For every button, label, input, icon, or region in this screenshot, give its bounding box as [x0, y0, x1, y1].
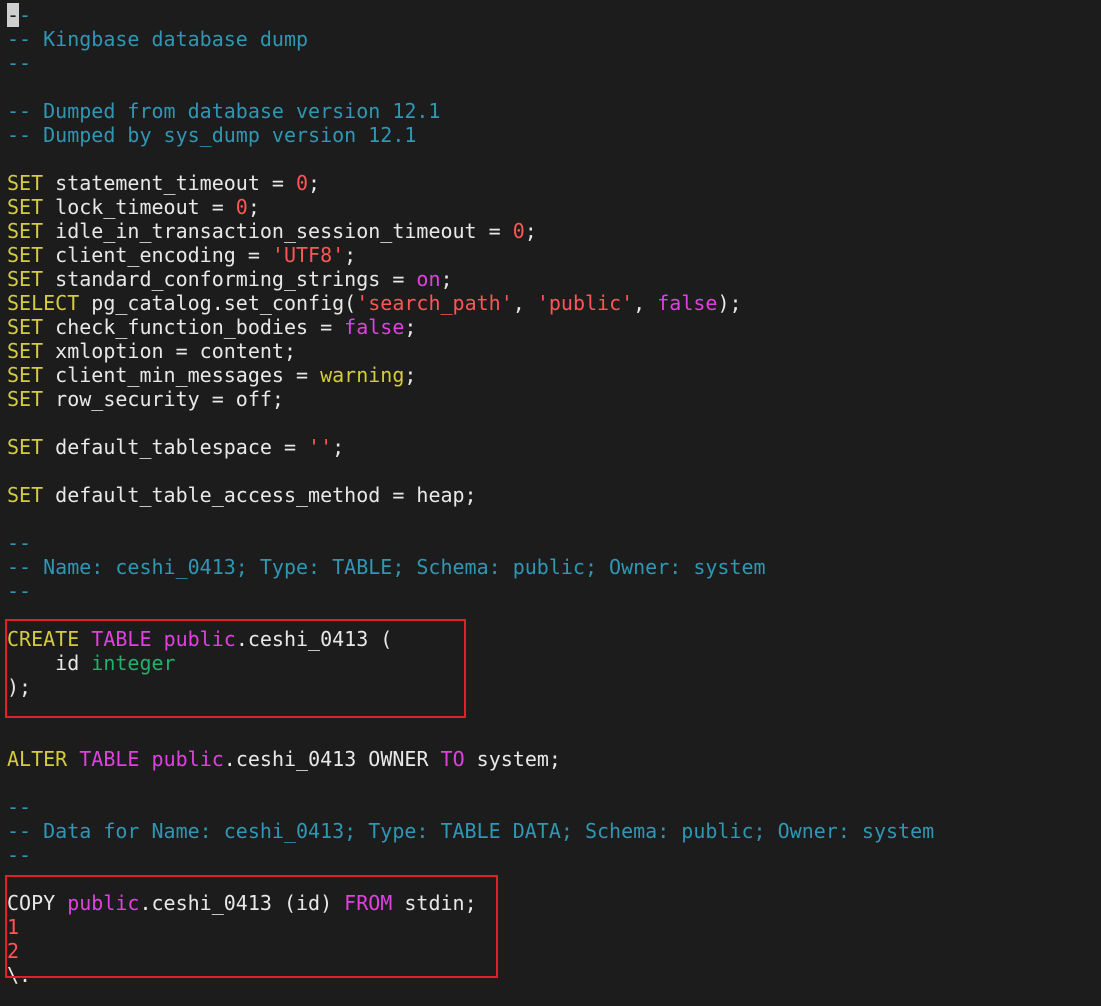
- code-line: --: [7, 579, 31, 603]
- code-token: default_table_access_method = heap;: [43, 483, 477, 507]
- code-token: SET: [7, 195, 44, 219]
- code-token: lock_timeout =: [43, 195, 236, 219]
- code-token: -- Kingbase database dump: [7, 27, 309, 51]
- code-token: pg_catalog.set_config(: [79, 291, 357, 315]
- code-token: SELECT: [7, 291, 80, 315]
- code-token: );: [717, 291, 742, 315]
- code-token: public: [151, 747, 224, 771]
- code-line: ALTER TABLE public.ceshi_0413 OWNER TO s…: [7, 747, 561, 771]
- code-line: SET xmloption = content;: [7, 339, 296, 363]
- code-token: ;: [404, 363, 417, 387]
- code-token: SET: [7, 267, 44, 291]
- code-token: check_function_bodies =: [43, 315, 345, 339]
- code-token: --: [7, 843, 32, 867]
- code-token: 0: [296, 171, 309, 195]
- code-line: SET default_table_access_method = heap;: [7, 483, 477, 507]
- code-token: ;: [344, 243, 357, 267]
- code-line: SET default_tablespace = '';: [7, 435, 344, 459]
- code-line: SET check_function_bodies = false;: [7, 315, 416, 339]
- code-token: idle_in_transaction_session_timeout =: [43, 219, 513, 243]
- code-token: SET: [7, 339, 44, 363]
- code-token: -- Data for Name: ceshi_0413; Type: TABL…: [7, 819, 935, 843]
- code-line: -- Name: ceshi_0413; Type: TABLE; Schema…: [7, 555, 766, 579]
- copy-data-highlight-box: [5, 875, 498, 978]
- code-line: SET statement_timeout = 0;: [7, 171, 320, 195]
- code-token: SET: [7, 363, 44, 387]
- code-line: SET client_encoding = 'UTF8';: [7, 243, 356, 267]
- create-table-highlight-box: [5, 619, 466, 718]
- code-line: --: [7, 3, 31, 27]
- code-token: .ceshi_0413 OWNER: [223, 747, 441, 771]
- code-token: ;: [332, 435, 345, 459]
- terminal-editor[interactable]: -- -- Kingbase database dump -- -- Dumped f…: [0, 0, 1101, 1006]
- code-token: SET: [7, 435, 44, 459]
- code-line: -- Kingbase database dump: [7, 27, 308, 51]
- code-token: false: [657, 291, 718, 315]
- code-token: -- Dumped from database version 12.1: [7, 99, 441, 123]
- code-line: SELECT pg_catalog.set_config('search_pat…: [7, 291, 742, 315]
- code-token: SET: [7, 387, 44, 411]
- code-token: '': [308, 435, 333, 459]
- code-token: -: [19, 3, 32, 27]
- code-token: SET: [7, 315, 44, 339]
- code-token: ;: [404, 315, 417, 339]
- code-line: --: [7, 843, 31, 867]
- code-line: --: [7, 51, 31, 75]
- code-token: TO: [440, 747, 465, 771]
- code-token: false: [344, 315, 405, 339]
- code-token: statement_timeout =: [43, 171, 296, 195]
- code-token: ;: [440, 267, 453, 291]
- code-token: SET: [7, 219, 44, 243]
- code-line: --: [7, 531, 31, 555]
- code-token: ALTER: [7, 747, 68, 771]
- code-line: SET idle_in_transaction_session_timeout …: [7, 219, 537, 243]
- code-token: 0: [235, 195, 248, 219]
- code-token: SET: [7, 171, 44, 195]
- code-token: ;: [308, 171, 321, 195]
- code-token: ;: [524, 219, 537, 243]
- code-line: SET standard_conforming_strings = on;: [7, 267, 453, 291]
- code-token: warning: [320, 363, 405, 387]
- code-token: ,: [633, 291, 658, 315]
- code-token: 'public': [536, 291, 634, 315]
- code-token: client_encoding =: [43, 243, 272, 267]
- code-token: ;: [247, 195, 260, 219]
- code-token: -- Name: ceshi_0413; Type: TABLE; Schema…: [7, 555, 766, 579]
- code-token: ,: [512, 291, 537, 315]
- text-cursor: -: [7, 3, 20, 27]
- code-token: 'search_path': [356, 291, 513, 315]
- code-token: SET: [7, 243, 44, 267]
- code-token: 0: [512, 219, 525, 243]
- code-token: row_security = off;: [43, 387, 284, 411]
- code-token: --: [7, 531, 32, 555]
- code-line: SET row_security = off;: [7, 387, 284, 411]
- code-token: xmloption = content;: [43, 339, 296, 363]
- code-token: SET: [7, 483, 44, 507]
- code-token: -- Dumped by sys_dump version 12.1: [7, 123, 417, 147]
- code-line: -- Data for Name: ceshi_0413; Type: TABL…: [7, 819, 934, 843]
- code-token: system;: [464, 747, 561, 771]
- code-token: on: [416, 267, 441, 291]
- code-token: --: [7, 795, 32, 819]
- code-line: SET lock_timeout = 0;: [7, 195, 260, 219]
- code-line: SET client_min_messages = warning;: [7, 363, 416, 387]
- code-token: --: [7, 51, 32, 75]
- code-line: --: [7, 795, 31, 819]
- code-token: --: [7, 579, 32, 603]
- code-token: client_min_messages =: [43, 363, 321, 387]
- code-token: TABLE: [79, 747, 140, 771]
- code-token: default_tablespace =: [43, 435, 309, 459]
- code-token: 'UTF8': [271, 243, 345, 267]
- code-line: -- Dumped from database version 12.1: [7, 99, 440, 123]
- code-token: standard_conforming_strings =: [43, 267, 417, 291]
- code-line: -- Dumped by sys_dump version 12.1: [7, 123, 416, 147]
